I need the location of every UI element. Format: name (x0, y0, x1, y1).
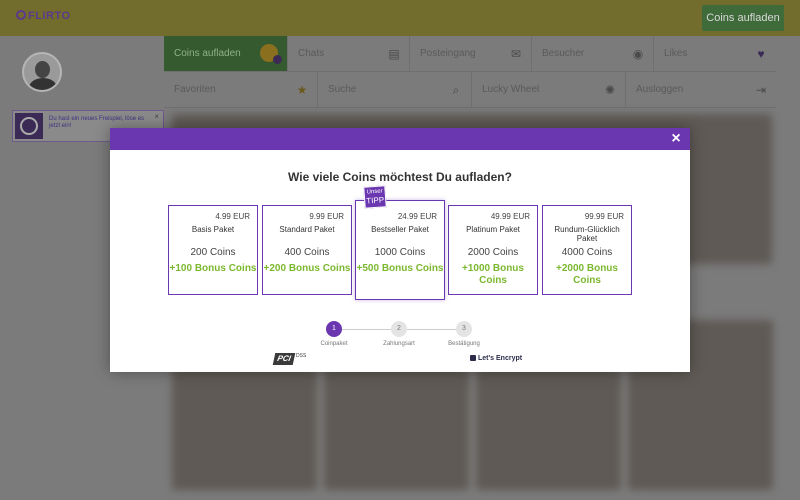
brand-name: FLIRTO (28, 10, 71, 22)
modal-header: × (110, 128, 690, 150)
search-icon: ⌕ (452, 83, 460, 97)
nav-item-label: Ausloggen (636, 84, 684, 95)
package-name: Basis Paket (191, 225, 235, 234)
package-rundum-gluecklich[interactable]: 99.99 EUR Rundum-Glücklich Paket 4000 Co… (542, 205, 632, 295)
nav-item-label: Besucher (542, 48, 585, 59)
step-2-indicator: 2 (391, 321, 407, 337)
tip-badge-big: TIPP (366, 195, 385, 206)
step-1-indicator: 1 (326, 321, 342, 337)
pci-dss-text: DSS (296, 353, 307, 359)
nav-item-label: Lucky Wheel (482, 84, 540, 95)
package-bonus: +2000 Bonus Coins (556, 263, 618, 286)
avatar[interactable] (22, 52, 62, 92)
wheel-icon: ✺ (604, 83, 616, 97)
package-coins: 200 Coins (190, 247, 236, 258)
lock-icon (470, 355, 476, 361)
lets-encrypt-text: Let's Encrypt (478, 355, 523, 362)
close-icon[interactable]: × (154, 112, 159, 121)
package-price: 24.99 EUR (397, 212, 437, 221)
nav-item-label: Likes (664, 48, 688, 59)
nav-item-logout[interactable]: Ausloggen ⇥ (626, 72, 776, 108)
nav-item-chats[interactable]: Chats ▤ (288, 36, 410, 72)
nav-item-favorites[interactable]: Favoriten ★ (164, 72, 318, 108)
package-price: 49.99 EUR (490, 212, 530, 221)
step-2-label: Zahlungsart (383, 341, 415, 347)
package-platinum[interactable]: 49.99 EUR Platinum Paket 2000 Coins +100… (448, 205, 538, 295)
pci-dss-badge: PCI DSS (272, 353, 314, 367)
package-coins: 1000 Coins (374, 247, 426, 258)
main-nav: Coins aufladen Chats ▤ Posteingang ✉ Bes… (164, 36, 800, 110)
nav-item-coins[interactable]: Coins aufladen (164, 36, 288, 72)
modal-title: Wie viele Coins möchtest Du aufladen? (288, 170, 512, 184)
package-standard[interactable]: 9.99 EUR Standard Paket 400 Coins +200 B… (262, 205, 352, 295)
nav-item-label: Favoriten (174, 84, 216, 95)
package-bonus: +100 Bonus Coins (169, 263, 257, 274)
step-3-indicator: 3 (456, 321, 472, 337)
package-price: 4.99 EUR (215, 212, 250, 221)
nav-item-label: Coins aufladen (174, 48, 241, 59)
coins-modal: × Wie viele Coins möchtest Du aufladen? … (110, 128, 690, 372)
brand-logo[interactable]: FLIRTO (16, 10, 71, 22)
heart-icon: ♥ (757, 47, 765, 61)
package-coins: 400 Coins (284, 247, 330, 258)
top-bar: FLIRTO Coins aufladen (0, 0, 800, 36)
mail-icon: ✉ (510, 47, 522, 61)
nav-item-visitors[interactable]: Besucher ◉ (532, 36, 654, 72)
package-coins: 4000 Coins (561, 247, 613, 258)
chat-icon: ▤ (388, 47, 400, 61)
logo-pin-icon (16, 10, 26, 20)
package-bonus: +500 Bonus Coins (356, 263, 444, 274)
nav-item-lucky-wheel[interactable]: Lucky Wheel ✺ (472, 72, 626, 108)
package-name: Bestseller Paket (371, 225, 429, 234)
wheel-icon (15, 113, 43, 139)
package-bonus: +1000 Bonus Coins (462, 263, 524, 286)
package-name: Standard Paket (279, 225, 335, 234)
eye-icon: ◉ (632, 47, 644, 61)
logout-icon: ⇥ (755, 83, 767, 97)
tip-badge-small: Unser (366, 188, 383, 196)
package-price: 9.99 EUR (309, 212, 344, 221)
tip-badge: Unser TIPP (363, 185, 387, 209)
nav-item-label: Chats (298, 48, 325, 59)
close-icon[interactable]: × (668, 130, 684, 148)
step-3-label: Bestätigung (448, 341, 480, 347)
nav-item-inbox[interactable]: Posteingang ✉ (410, 36, 532, 72)
package-basis[interactable]: 4.99 EUR Basis Paket 200 Coins +100 Bonu… (168, 205, 258, 295)
nav-item-search[interactable]: Suche ⌕ (318, 72, 472, 108)
lets-encrypt-badge: Let's Encrypt (470, 355, 522, 362)
package-name: Rundum-Glücklich Paket (554, 225, 620, 243)
nav-item-label: Posteingang (420, 48, 476, 59)
package-name: Platinum Paket (466, 225, 520, 234)
package-price: 99.99 EUR (584, 212, 624, 221)
header-coins-button[interactable]: Coins aufladen (702, 5, 784, 31)
nav-item-label: Suche (328, 84, 357, 95)
package-coins: 2000 Coins (467, 247, 519, 258)
step-1-label: Coinpaket (320, 341, 348, 347)
package-bestseller[interactable]: Unser TIPP 24.99 EUR Bestseller Paket 10… (355, 185, 445, 300)
pci-logo: PCI (272, 353, 296, 365)
package-bonus: +200 Bonus Coins (263, 263, 351, 274)
coin-icon (260, 44, 282, 64)
star-icon: ★ (296, 83, 308, 97)
nav-item-likes[interactable]: Likes ♥ (654, 36, 776, 72)
